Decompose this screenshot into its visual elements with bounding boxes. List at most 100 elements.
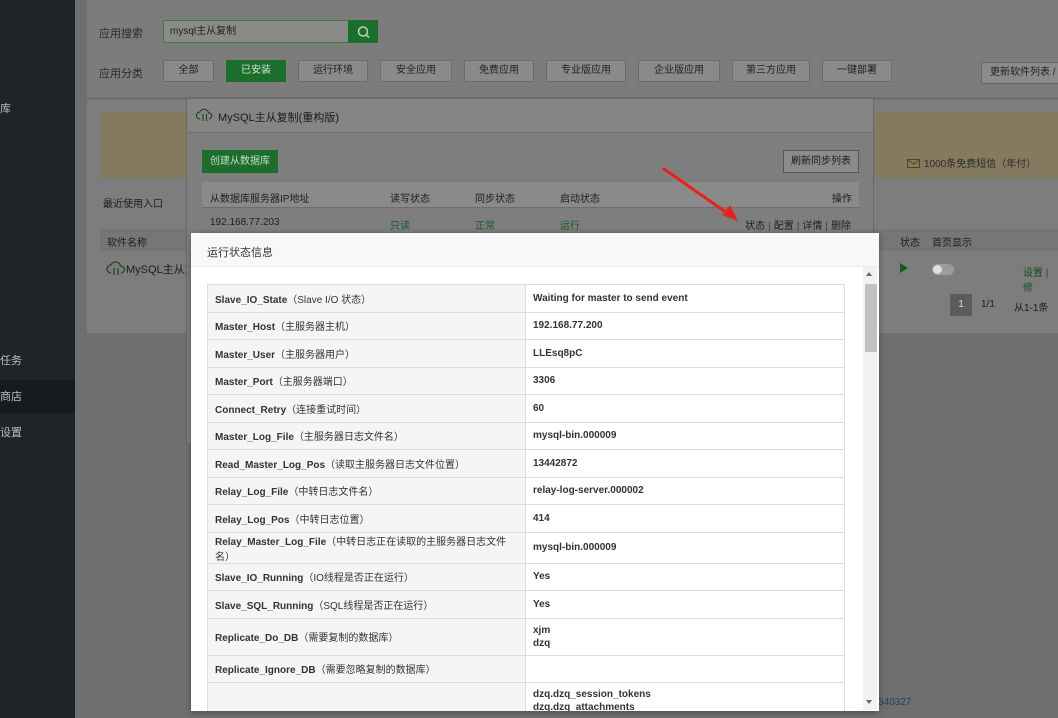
sync-table-header: 从数据库服务器IP地址 读写状态 同步状态 启动状态 操作 (202, 182, 859, 208)
category-thirdparty[interactable]: 第三方应用 (732, 60, 810, 82)
row-value: Waiting for master to send event (525, 284, 845, 313)
row-value: dzq.dzq_session_tokens dzq.dzq_attachment… (525, 682, 845, 711)
search-button[interactable] (348, 20, 378, 43)
sidebar-item-database[interactable]: 库 (0, 92, 75, 126)
create-slave-db-button[interactable]: 创建从数据库 (202, 150, 278, 173)
table-row: Slave_SQL_Running（SQL线程是否正在运行） Yes (207, 590, 845, 619)
software-row-name[interactable]: MySQL主从复 (106, 261, 196, 277)
table-row: Relay_Log_Pos（中转日志位置） 414 (207, 504, 845, 533)
table-row: Slave_IO_Running（IO线程是否正在运行） Yes (207, 562, 845, 591)
status-table: Slave_IO_State（Slave I/O 状态） Waiting for … (207, 284, 845, 711)
row-hint: （中转日志位置） (289, 514, 370, 526)
row-operations: 状态 | 配置 | 详情 | 删除 (745, 221, 851, 232)
category-all[interactable]: 全部 (163, 60, 214, 82)
row-value: 414 (525, 504, 845, 533)
col-software-name: 软件名称 (107, 238, 147, 249)
category-free[interactable]: 免费应用 (464, 60, 534, 82)
row-key: Read_Master_Log_Pos (215, 459, 326, 471)
table-row: Replicate_Do_DB（需要复制的数据库） xjm dzq (207, 617, 845, 656)
row-hint: （连接重试时间） (286, 404, 367, 416)
row-value: 3306 (525, 366, 845, 395)
table-row: Replicate_Ignore_DB（需要忽略复制的数据库） (207, 654, 845, 683)
refresh-software-list-button[interactable]: 更新软件列表 / (981, 62, 1058, 84)
row-hint: （Slave I/O 状态） (287, 294, 372, 306)
row-hint: （中转日志文件名） (288, 487, 379, 499)
play-icon[interactable] (900, 263, 908, 273)
dialog-header: MySQL主从复制(重构版) (187, 99, 873, 133)
modal-body[interactable]: Slave_IO_State（Slave I/O 状态） Waiting for … (191, 267, 879, 711)
row-hint: （主服务器主机） (275, 322, 356, 334)
row-value: xjm dzq (525, 617, 845, 656)
scroll-up-arrow-icon[interactable] (866, 272, 872, 276)
row-value: relay-log-server.000002 (525, 476, 845, 505)
row-value: LLEsq8pC (525, 339, 845, 368)
category-pro[interactable]: 专业版应用 (546, 60, 626, 82)
status-link[interactable]: 状态 (745, 221, 765, 232)
sidebar: 库 任务 商店 设置 (0, 0, 75, 718)
row-hint: （需要复制的数据库） (298, 633, 399, 644)
search-icon (357, 26, 370, 39)
col-rw-status: 读写状态 (390, 194, 430, 205)
table-row: Relay_Log_File（中转日志文件名） relay-log-server.… (207, 476, 845, 505)
sms-promo[interactable]: 1000条免费短信（年付） (907, 155, 1036, 170)
table-row: Master_User（主服务器用户） LLEsq8pC (207, 339, 845, 368)
row-value: 13442872 (525, 449, 845, 478)
home-display-toggle[interactable] (932, 264, 954, 275)
delete-link[interactable]: 删除 (831, 221, 851, 232)
category-security[interactable]: 安全应用 (380, 60, 452, 82)
pager-current[interactable]: 1 (950, 294, 972, 316)
row-key: Slave_SQL_Running (215, 600, 314, 612)
footer-number: 340327 (878, 697, 912, 708)
row-key: Connect_Retry (215, 404, 287, 416)
category-runtime[interactable]: 运行环境 (298, 60, 368, 82)
row-key: Replicate_Ignore_DB (215, 665, 316, 677)
col-slave-ip: 从数据库服务器IP地址 (210, 194, 310, 205)
scroll-down-arrow-icon[interactable] (866, 700, 872, 704)
row-value: mysql-bin.000009 (525, 421, 845, 450)
slave-ip: 192.168.77.203 (210, 217, 280, 228)
row-value: 192.168.77.200 (525, 311, 845, 340)
cloud-sync-icon (196, 108, 213, 121)
table-row: Connect_Retry（连接重试时间） 60 (207, 394, 845, 423)
annotation-arrow (662, 167, 738, 221)
config-link[interactable]: 配置 (774, 221, 794, 232)
row-value: mysql-bin.000009 (525, 531, 845, 564)
detail-link[interactable]: 详情 (802, 221, 822, 232)
category-installed[interactable]: 已安装 (226, 60, 286, 82)
table-row: Master_Host（主服务器主机） 192.168.77.200 (207, 311, 845, 340)
row-key: Master_Port (215, 377, 273, 389)
sidebar-item-settings[interactable]: 设置 (0, 416, 75, 450)
sync-status: 正常 (475, 221, 495, 232)
row-key: Slave_IO_Running (215, 573, 304, 585)
row-hint: （SQL线程是否正在运行） (313, 600, 434, 612)
setting-link[interactable]: 设置 | 修 (1023, 264, 1058, 294)
search-label: 应用搜索 (99, 28, 143, 40)
modal-header: 运行状态信息 (191, 233, 879, 267)
refresh-sync-list-button[interactable]: 刷新同步列表 (783, 150, 859, 173)
row-key: Relay_Log_Pos (215, 514, 290, 526)
row-hint: （读取主服务器日志文件位置） (325, 459, 466, 471)
pager-total: 1/1 (981, 299, 995, 310)
recent-entry-label: 最近使用入口 (103, 199, 163, 210)
modal-title: 运行状态信息 (207, 247, 273, 259)
pager-range: 从1-1条 (1014, 303, 1049, 314)
category-label: 应用分类 (99, 68, 143, 80)
scroll-thumb[interactable] (865, 284, 877, 352)
row-key: Master_User (215, 349, 276, 361)
row-key: Relay_Master_Log_File (215, 536, 327, 548)
row-key: Replicate_Do_DB (215, 633, 299, 644)
row-hint: （需要忽略复制的数据库） (315, 665, 436, 677)
col-sync-status: 同步状态 (475, 194, 515, 205)
status-info-modal: 运行状态信息 Slave_IO_State（Slave I/O 状态） Waiti… (191, 233, 879, 711)
row-value: Yes (525, 562, 845, 591)
store-filter-panel (87, 0, 1058, 97)
row-value (525, 654, 845, 683)
col-home-display: 首页显示 (932, 238, 972, 249)
table-row: Master_Log_File（主服务器日志文件名） mysql-bin.0000… (207, 421, 845, 450)
row-value: 60 (525, 394, 845, 423)
sidebar-item-tasks[interactable]: 任务 (0, 344, 75, 378)
category-enterprise[interactable]: 企业版应用 (638, 60, 720, 82)
search-input[interactable]: mysql主从复制 (163, 20, 349, 43)
sidebar-item-store[interactable]: 商店 (0, 380, 75, 414)
category-deploy[interactable]: 一键部署 (822, 60, 892, 82)
